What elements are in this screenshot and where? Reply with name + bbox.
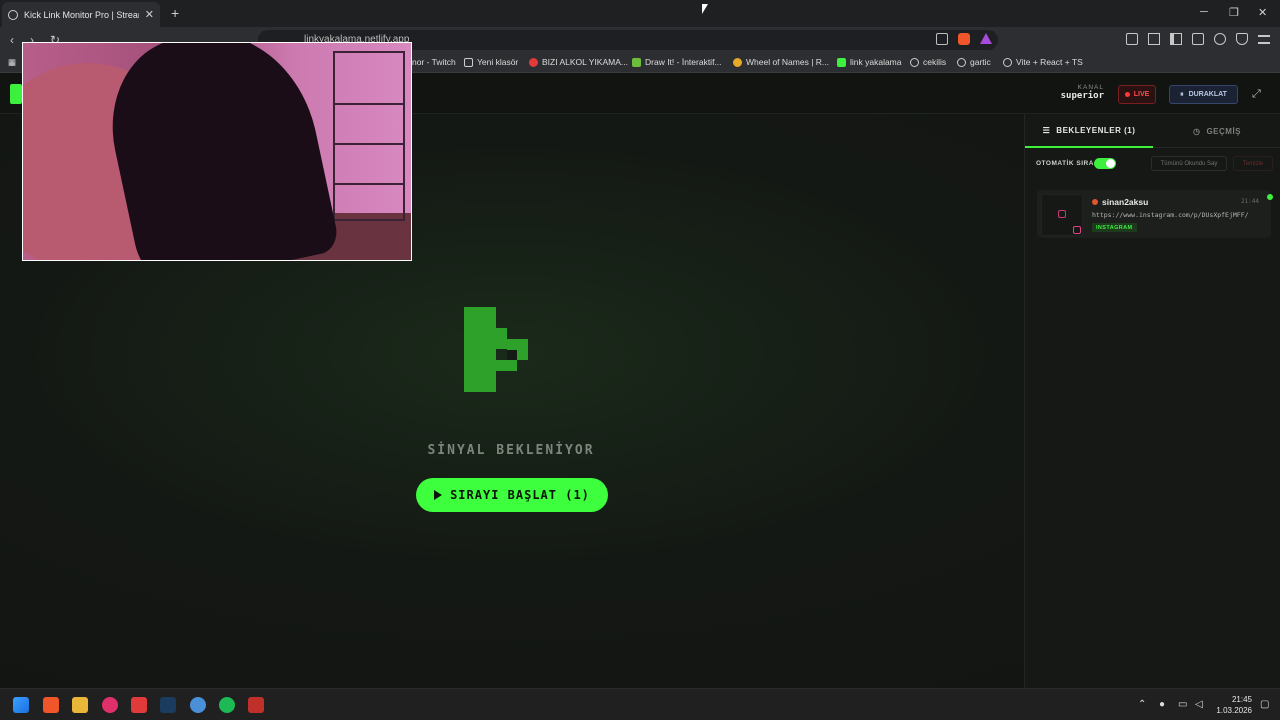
start-queue-label: SIRAYI BAŞLAT (1) xyxy=(450,488,590,502)
globe-icon xyxy=(910,57,919,67)
tab-waiting-label: BEKLEYENLER (1) xyxy=(1056,125,1136,135)
windows-taskbar: ⌃ ● ▭ ◁ 21:45 1.03.2026 ▢ xyxy=(0,688,1280,720)
leo-ai-icon[interactable] xyxy=(1214,33,1226,45)
globe-icon xyxy=(8,9,18,20)
pause-label: DURAKLAT xyxy=(1188,91,1227,98)
panel-tabs: ☰ BEKLEYENLER (1) ◷ GEÇMİŞ xyxy=(1025,114,1280,148)
windows-start-icon[interactable] xyxy=(13,697,29,713)
kick-logo xyxy=(10,84,22,104)
notification-icon[interactable]: ▢ xyxy=(1260,699,1269,710)
clock-icon: ◷ xyxy=(1192,126,1201,136)
queue-item-user: sinan2aksu xyxy=(1092,197,1148,207)
globe-icon xyxy=(1003,57,1012,67)
clock-time: 21:45 xyxy=(1231,695,1252,704)
platform-badge: INSTAGRAM xyxy=(1092,223,1137,232)
auto-queue-toggle[interactable] xyxy=(1094,158,1116,169)
browser-tab[interactable]: Kick Link Monitor Pro | Stream D ✕ xyxy=(2,2,160,27)
clock-date: 1.03.2026 xyxy=(1216,706,1252,715)
globe-icon xyxy=(957,57,966,67)
new-tab-button[interactable]: + xyxy=(171,5,179,21)
folder-icon xyxy=(464,57,473,67)
tab-waiting[interactable]: ☰ BEKLEYENLER (1) xyxy=(1025,114,1153,148)
site-icon xyxy=(733,57,742,67)
bookmark-gartic[interactable]: gartic xyxy=(957,57,991,67)
bookmark-wheel[interactable]: Wheel of Names | R... xyxy=(733,57,829,67)
bookmark-vite[interactable]: Vite + React + TS xyxy=(1003,57,1083,67)
bookmark-cekilis[interactable]: cekilis xyxy=(910,57,946,67)
queue-panel: ☰ BEKLEYENLER (1) ◷ GEÇMİŞ OTOMATİK SIRA… xyxy=(1024,114,1280,688)
list-icon: ☰ xyxy=(1042,125,1051,135)
live-label: LIVE xyxy=(1133,91,1150,98)
bookmark-twitch[interactable]: nor - Twitch xyxy=(412,57,456,67)
tab-title: Kick Link Monitor Pro | Stream D xyxy=(24,9,139,20)
webcam-overlay xyxy=(22,42,412,261)
mouse-cursor-icon xyxy=(702,4,708,14)
instagram-icon xyxy=(1058,210,1066,218)
voicemeeter-icon[interactable] xyxy=(248,697,264,713)
network-icon[interactable]: ▭ xyxy=(1178,699,1187,710)
brave-rewards-icon[interactable] xyxy=(980,33,992,44)
browser-tab-bar: Kick Link Monitor Pro | Stream D ✕ + ─ ❐… xyxy=(0,0,1280,27)
kick-signal-icon xyxy=(464,307,528,392)
menu-icon[interactable] xyxy=(1258,35,1270,44)
tab-search-icon[interactable] xyxy=(1148,33,1160,45)
live-button[interactable]: LIVE xyxy=(1118,85,1156,104)
back-icon[interactable]: ‹ xyxy=(10,33,14,47)
close-tab-icon[interactable]: ✕ xyxy=(145,8,154,21)
channel-info: KANAL superior xyxy=(1061,84,1104,101)
popout-icon[interactable]: ⤢ xyxy=(1252,88,1261,101)
bookmark-folder[interactable]: Yeni klasör xyxy=(464,57,518,67)
steam-icon[interactable] xyxy=(160,697,176,713)
unread-dot-icon xyxy=(1267,194,1273,200)
pause-button[interactable]: ⏸ DURAKLAT xyxy=(1169,85,1238,104)
file-explorer-icon[interactable] xyxy=(72,697,88,713)
mark-all-read-button[interactable]: Tümünü Okundu Say xyxy=(1151,156,1227,171)
system-clock[interactable]: 21:45 1.03.2026 xyxy=(1210,694,1252,716)
start-queue-button[interactable]: SIRAYI BAŞLAT (1) xyxy=(416,478,608,512)
volume-icon[interactable]: ◁ xyxy=(1195,699,1203,710)
restore-icon[interactable]: ❐ xyxy=(1229,6,1239,19)
user-avatar-icon xyxy=(1092,199,1098,205)
status-text: SİNYAL BEKLENİYOR xyxy=(427,443,595,458)
channel-label: KANAL xyxy=(1077,84,1104,91)
brave-shield-icon[interactable] xyxy=(958,33,970,45)
tab-history-label: GEÇMİŞ xyxy=(1206,126,1242,136)
queue-item-link[interactable]: https://www.instagram.com/p/DUsXpfEjMFF/ xyxy=(1092,211,1249,219)
spotify-icon[interactable] xyxy=(219,697,235,713)
bookmark-link-yakalama[interactable]: link yakalama xyxy=(837,57,902,67)
brave-icon[interactable] xyxy=(43,697,59,713)
clear-button[interactable]: Temizle xyxy=(1233,156,1273,171)
tab-history[interactable]: ◷ GEÇMİŞ xyxy=(1153,114,1280,148)
play-icon xyxy=(434,490,443,500)
extensions-icon[interactable] xyxy=(1126,33,1138,45)
minimize-icon[interactable]: ─ xyxy=(1200,6,1208,18)
queue-item[interactable]: sinan2aksu 21:44 https://www.instagram.c… xyxy=(1037,190,1273,238)
live-dot-icon xyxy=(1124,92,1130,97)
queue-item-time: 21:44 xyxy=(1240,198,1259,205)
site-icon xyxy=(632,57,641,67)
window-close-icon[interactable]: ✕ xyxy=(1258,6,1267,19)
bookmark-drawit[interactable]: Draw It! - İnteraktif... xyxy=(632,57,722,67)
pause-icon: ⏸ xyxy=(1180,90,1184,98)
map-pin-app-icon[interactable] xyxy=(102,697,118,713)
sidebar-icon[interactable] xyxy=(1170,33,1182,45)
site-icon xyxy=(529,57,538,67)
browser-app-icon[interactable] xyxy=(190,697,206,713)
username: sinan2aksu xyxy=(1102,197,1149,207)
mic-icon[interactable]: ● xyxy=(1159,699,1165,710)
channel-name: superior xyxy=(1060,91,1104,101)
vpn-icon[interactable] xyxy=(1236,33,1248,45)
kick-icon xyxy=(837,57,846,67)
auto-queue-label: OTOMATİK SIRA xyxy=(1036,160,1094,167)
apps-icon[interactable]: ▦ xyxy=(8,57,16,68)
instagram-icon xyxy=(1073,226,1081,234)
tray-chevron-icon[interactable]: ⌃ xyxy=(1138,699,1146,710)
link-thumbnail xyxy=(1041,194,1083,236)
share-icon[interactable] xyxy=(936,33,948,45)
wallet-icon[interactable] xyxy=(1192,33,1204,45)
bookmark-alkol[interactable]: BIZI ALKOL YIKAMA... xyxy=(529,57,628,67)
app-icon[interactable] xyxy=(131,697,147,713)
